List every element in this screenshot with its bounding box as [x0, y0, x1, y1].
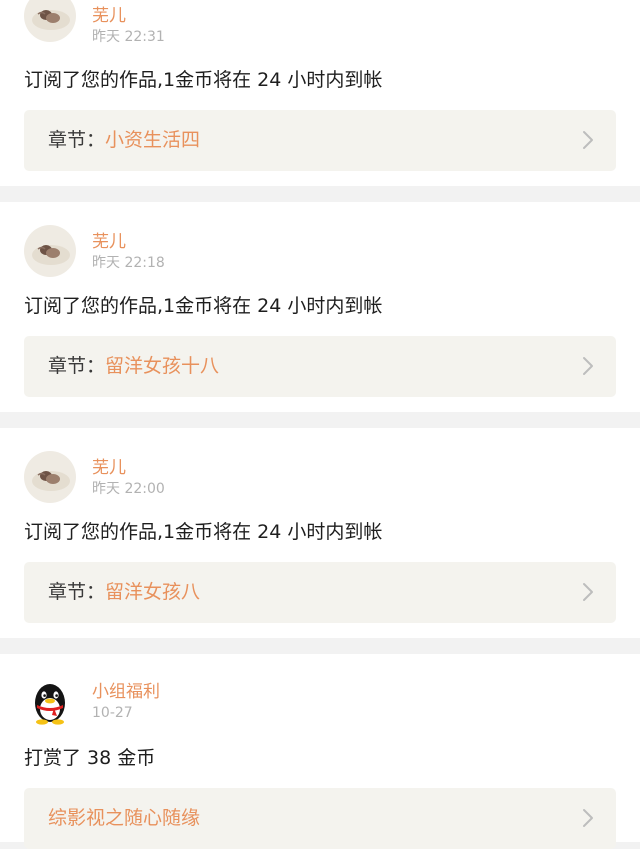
user-avatar[interactable]	[24, 225, 76, 277]
user-avatar[interactable]	[24, 451, 76, 503]
username[interactable]: 芜儿	[92, 6, 126, 26]
chapter-link-text: 章节：小资生活四	[48, 110, 200, 171]
chevron-right-icon	[582, 356, 594, 376]
notification-card: 芜儿 昨天 22:31 订阅了您的作品,1金币将在 24 小时内到帐 章节：小资…	[0, 0, 640, 186]
chapter-link-text: 章节：留洋女孩八	[48, 562, 200, 623]
penguin-icon[interactable]	[24, 677, 76, 729]
chevron-right-icon	[582, 130, 594, 150]
username[interactable]: 芜儿	[92, 232, 126, 252]
notification-card: 芜儿 昨天 22:18 订阅了您的作品,1金币将在 24 小时内到帐 章节：留洋…	[0, 202, 640, 412]
chapter-link[interactable]: 章节：小资生活四	[24, 110, 616, 171]
chapter-label: 章节：	[48, 129, 106, 151]
timestamp: 昨天 22:18	[92, 255, 165, 271]
work-title: 综影视之随心随缘	[48, 807, 201, 829]
chevron-right-icon	[582, 808, 594, 828]
notification-feed: 芜儿 昨天 22:31 订阅了您的作品,1金币将在 24 小时内到帐 章节：小资…	[0, 0, 640, 849]
chapter-title: 留洋女孩十八	[105, 355, 220, 377]
chapter-label: 章节：	[48, 355, 106, 377]
username[interactable]: 小组福利	[92, 682, 160, 702]
chapter-link-text: 章节：留洋女孩十八	[48, 336, 219, 397]
work-link[interactable]: 综影视之随心随缘	[24, 788, 616, 849]
username[interactable]: 芜儿	[92, 458, 126, 478]
user-avatar[interactable]	[24, 0, 76, 42]
chapter-label: 章节：	[48, 581, 106, 603]
notification-card: 小组福利 10-27 打赏了 38 金币 综影视之随心随缘	[0, 654, 640, 849]
chapter-title: 小资生活四	[105, 129, 201, 151]
timestamp: 10-27	[92, 705, 133, 721]
chapter-link[interactable]: 章节：留洋女孩十八	[24, 336, 616, 397]
notification-message: 订阅了您的作品,1金币将在 24 小时内到帐	[24, 521, 383, 543]
chevron-right-icon	[582, 582, 594, 602]
chapter-link[interactable]: 章节：留洋女孩八	[24, 562, 616, 623]
notification-card: 芜儿 昨天 22:00 订阅了您的作品,1金币将在 24 小时内到帐 章节：留洋…	[0, 428, 640, 638]
work-link-text: 综影视之随心随缘	[48, 788, 200, 849]
timestamp: 昨天 22:31	[92, 29, 165, 45]
notification-message: 打赏了 38 金币	[24, 747, 156, 769]
notification-message: 订阅了您的作品,1金币将在 24 小时内到帐	[24, 295, 383, 317]
chapter-title: 留洋女孩八	[105, 581, 201, 603]
timestamp: 昨天 22:00	[92, 481, 165, 497]
notification-message: 订阅了您的作品,1金币将在 24 小时内到帐	[24, 69, 383, 91]
